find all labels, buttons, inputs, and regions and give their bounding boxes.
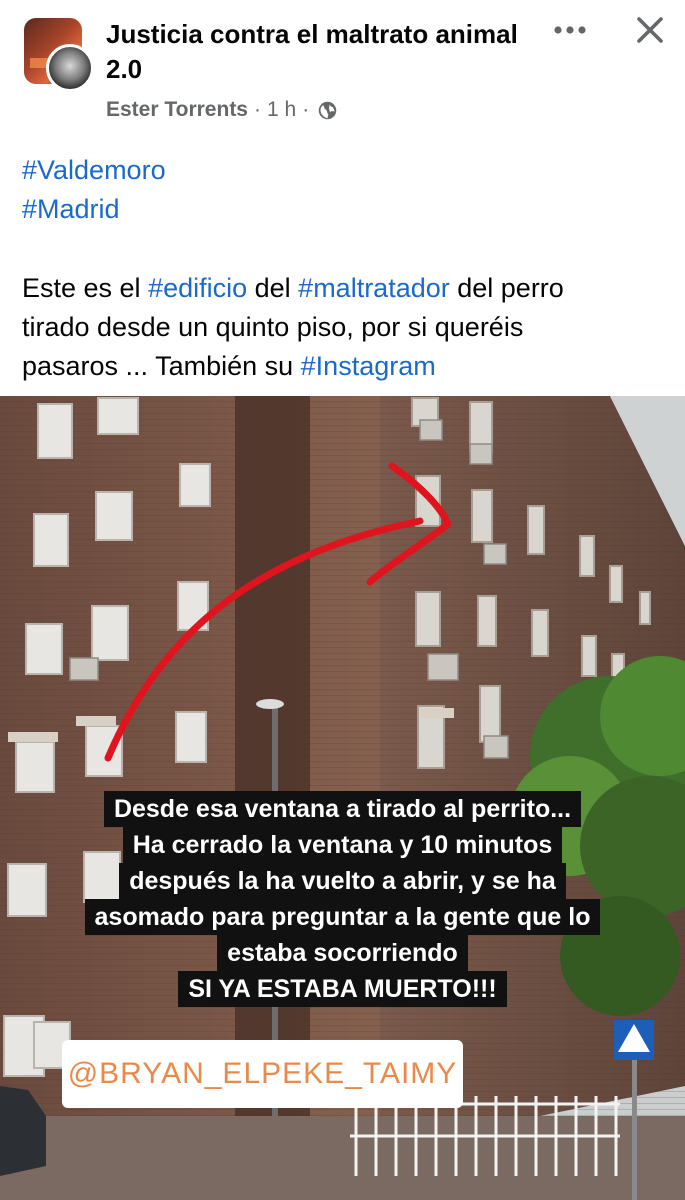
hashtag-link[interactable]: #maltratador <box>298 273 450 303</box>
post-header: Justicia contra el maltrato animal 2.0 E… <box>0 0 685 135</box>
post-text-segment: tirado desde un quinto piso, por si quer… <box>22 312 524 342</box>
post-text: #Valdemoro #Madrid Este es el #edificio … <box>22 151 662 386</box>
close-icon <box>637 17 663 43</box>
story-caption: Desde esa ventana a tirado al perrito...… <box>0 791 685 1007</box>
caption-line: Desde esa ventana a tirado al perrito... <box>103 791 582 827</box>
caption-line: asomado para preguntar a la gente que lo <box>84 899 601 935</box>
globe-icon <box>317 100 338 121</box>
hashtag-link[interactable]: #Instagram <box>301 351 436 381</box>
post-text-segment: del <box>247 273 299 303</box>
meta-separator: · <box>254 98 261 121</box>
post-text-segment: del perro <box>449 273 564 303</box>
meta-separator: · <box>302 98 310 121</box>
post-text-segment: pasaros ... También su <box>22 351 301 381</box>
instagram-handle-sticker: @BRYAN_ELPEKE_TAIMY <box>62 1040 463 1108</box>
instagram-handle-text: @BRYAN_ELPEKE_TAIMY <box>67 1057 458 1090</box>
hashtag-link[interactable]: #Madrid <box>22 194 120 224</box>
caption-line: SI YA ESTABA MUERTO!!! <box>178 971 507 1007</box>
page-name-link[interactable]: Justicia contra el maltrato animal 2.0 <box>106 17 526 87</box>
more-horizontal-icon <box>554 26 586 34</box>
post-timestamp[interactable]: 1 h <box>267 98 296 122</box>
hashtag-link[interactable]: #Valdemoro <box>22 155 166 185</box>
close-button[interactable] <box>628 10 672 50</box>
hashtag-link[interactable]: #edificio <box>148 273 247 303</box>
post-text-segment: Este es el <box>22 273 149 303</box>
avatar-group[interactable] <box>24 18 98 92</box>
author-name-link[interactable]: Ester Torrents <box>106 98 248 122</box>
post-meta: Ester Torrents · 1 h · <box>106 95 338 125</box>
caption-line: Ha cerrado la ventana y 10 minutos <box>122 827 563 863</box>
author-avatar[interactable] <box>46 44 94 92</box>
caption-line: después la ha vuelto a abrir, y se ha <box>119 863 566 899</box>
more-options-button[interactable] <box>548 14 592 46</box>
caption-line: estaba socorriendo <box>217 935 468 971</box>
